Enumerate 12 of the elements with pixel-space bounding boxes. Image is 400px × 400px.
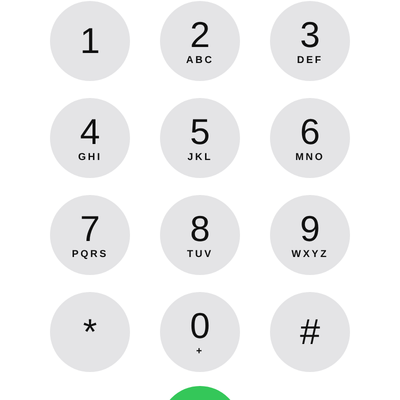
keypad-key[interactable]: 5 JKL: [160, 98, 240, 178]
keypad-key[interactable]: #: [270, 292, 350, 372]
keypad-key[interactable]: 2 ABC: [160, 1, 240, 81]
keypad-key[interactable]: 7 PQRS: [50, 195, 130, 275]
keypad-key[interactable]: 1: [50, 1, 130, 81]
keypad-key[interactable]: *: [50, 292, 130, 372]
keypad-key[interactable]: 3 DEF: [270, 1, 350, 81]
keypad-key[interactable]: 8 TUV: [160, 195, 240, 275]
keypad-key[interactable]: 0 +: [160, 292, 240, 372]
keypad-key[interactable]: 9 WXYZ: [270, 195, 350, 275]
keypad-key[interactable]: 4 GHI: [50, 98, 130, 178]
keypad-key[interactable]: 6 MNO: [270, 98, 350, 178]
